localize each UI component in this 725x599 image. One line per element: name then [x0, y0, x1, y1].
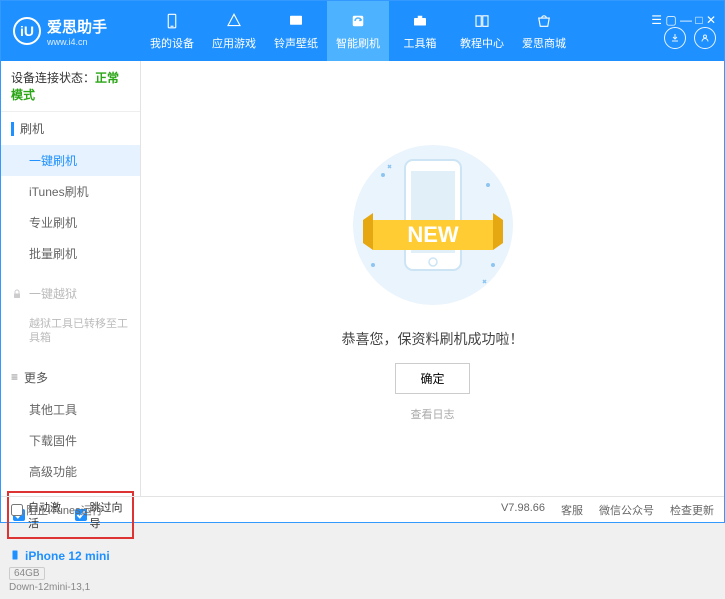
nav-label: 应用游戏: [212, 35, 256, 51]
menu-icon[interactable]: ☰: [651, 13, 662, 27]
brand: iU 爱思助手 www.i4.cn: [13, 16, 141, 47]
nav-label: 爱思商城: [522, 35, 566, 51]
category-label: 一键越狱: [29, 285, 77, 302]
nav-my-device[interactable]: 我的设备: [141, 1, 203, 61]
category-flash[interactable]: 刷机: [1, 112, 140, 145]
nav-label: 教程中心: [460, 35, 504, 51]
app-window: iU 爱思助手 www.i4.cn 我的设备 应用游戏 铃声壁纸 智能刷机: [0, 0, 725, 523]
device-name-row: iPhone 12 mini: [9, 549, 132, 564]
device-capacity: 64GB: [9, 567, 45, 580]
checkbox-label: 阻止iTunes运行: [26, 502, 103, 518]
category-more[interactable]: ≡更多: [1, 361, 140, 394]
toolbox-icon: [410, 11, 430, 31]
footer: 阻止iTunes运行 V7.98.66 客服 微信公众号 检查更新: [1, 496, 724, 522]
nav-bar: 我的设备 应用游戏 铃声壁纸 智能刷机 工具箱 教程中心: [141, 1, 651, 61]
service-link[interactable]: 客服: [561, 502, 583, 518]
window-controls: ☰ ▢ — □ ✕: [651, 13, 716, 49]
sidebar-item-pro[interactable]: 专业刷机: [1, 207, 140, 238]
sidebar-item-oneclick[interactable]: 一键刷机: [1, 145, 140, 176]
view-log-link[interactable]: 查看日志: [411, 406, 455, 422]
device-model: Down-12mini-13,1: [9, 582, 132, 593]
nav-label: 智能刷机: [336, 35, 380, 51]
brand-text: 爱思助手 www.i4.cn: [47, 16, 107, 47]
sidebar-item-firmware[interactable]: 下载固件: [1, 425, 140, 456]
jailbreak-note: 越狱工具已转移至工具箱: [1, 310, 140, 353]
nav-store[interactable]: 爱思商城: [513, 1, 575, 61]
main-content: NEW 恭喜您，保资料刷机成功啦！ 确定 查看日志: [141, 61, 724, 496]
sidebar-item-other[interactable]: 其他工具: [1, 394, 140, 425]
sidebar-item-itunes[interactable]: iTunes刷机: [1, 176, 140, 207]
store-icon: [534, 11, 554, 31]
nav-label: 我的设备: [150, 35, 194, 51]
success-illustration: NEW: [333, 135, 533, 315]
update-link[interactable]: 检查更新: [670, 502, 714, 518]
brand-url: www.i4.cn: [47, 37, 107, 47]
maximize-icon[interactable]: □: [695, 13, 702, 27]
block-itunes-checkbox[interactable]: 阻止iTunes运行: [11, 502, 103, 518]
nav-apps[interactable]: 应用游戏: [203, 1, 265, 61]
sidebar-item-batch[interactable]: 批量刷机: [1, 238, 140, 269]
minimize-icon[interactable]: —: [680, 13, 692, 27]
nav-tutorials[interactable]: 教程中心: [451, 1, 513, 61]
nav-label: 铃声壁纸: [274, 35, 318, 51]
device-info[interactable]: iPhone 12 mini 64GB Down-12mini-13,1: [1, 543, 140, 599]
nav-toolbox[interactable]: 工具箱: [389, 1, 451, 61]
user-icon[interactable]: [694, 27, 716, 49]
body: 设备连接状态：正常模式 刷机 一键刷机 iTunes刷机 专业刷机 批量刷机 一…: [1, 61, 724, 496]
flash-icon: [348, 11, 368, 31]
nav-flash[interactable]: 智能刷机: [327, 1, 389, 61]
device-name: iPhone 12 mini: [25, 549, 110, 563]
ok-button[interactable]: 确定: [395, 363, 469, 394]
phone-icon: [162, 11, 182, 31]
ribbon-text: NEW: [407, 222, 459, 247]
wechat-link[interactable]: 微信公众号: [599, 502, 654, 518]
success-message: 恭喜您，保资料刷机成功啦！: [342, 329, 524, 349]
sidebar-item-advanced[interactable]: 高级功能: [1, 456, 140, 487]
logo-icon: iU: [13, 17, 41, 45]
version-label: V7.98.66: [501, 502, 545, 518]
category-label: 刷机: [20, 120, 44, 137]
category-label: 更多: [24, 369, 48, 386]
wallpaper-icon: [286, 11, 306, 31]
lock-icon: [11, 288, 23, 300]
checkbox-input[interactable]: [11, 504, 23, 516]
skin-icon[interactable]: ▢: [665, 13, 676, 27]
connection-status: 设备连接状态：正常模式: [1, 61, 140, 112]
window-buttons: ☰ ▢ — □ ✕: [651, 13, 716, 27]
connection-label: 设备连接状态：: [11, 71, 95, 85]
nav-ringtones[interactable]: 铃声壁纸: [265, 1, 327, 61]
phone-icon: [9, 549, 21, 564]
nav-label: 工具箱: [404, 35, 437, 51]
download-icon[interactable]: [664, 27, 686, 49]
header: iU 爱思助手 www.i4.cn 我的设备 应用游戏 铃声壁纸 智能刷机: [1, 1, 724, 61]
book-icon: [472, 11, 492, 31]
close-icon[interactable]: ✕: [706, 13, 716, 27]
category-jailbreak: 一键越狱: [1, 277, 140, 310]
apps-icon: [224, 11, 244, 31]
brand-name: 爱思助手: [47, 16, 107, 37]
sidebar: 设备连接状态：正常模式 刷机 一键刷机 iTunes刷机 专业刷机 批量刷机 一…: [1, 61, 141, 496]
